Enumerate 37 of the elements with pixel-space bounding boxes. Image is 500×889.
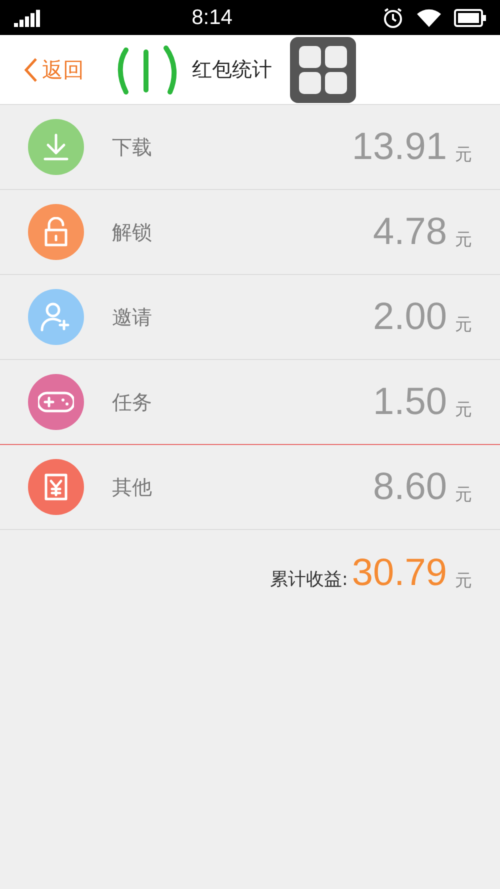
page-title: 红包统计 <box>192 56 272 83</box>
add-user-icon <box>40 302 72 332</box>
category-label: 邀请 <box>112 304 153 330</box>
gamepad-icon <box>38 390 74 414</box>
amount: 2.00 <box>373 296 447 338</box>
grid-icon[interactable] <box>290 36 356 102</box>
currency-unit: 元 <box>455 144 472 166</box>
padlock-icon <box>42 217 70 247</box>
battery-icon <box>454 8 486 26</box>
currency-unit: 元 <box>455 398 472 420</box>
category-label: 下载 <box>112 134 153 160</box>
income-row[interactable]: 下载 13.91 元 <box>0 105 500 190</box>
income-row[interactable]: 其他 8.60 元 <box>0 445 500 530</box>
amount: 1.50 <box>373 380 447 424</box>
alarm-clock-icon <box>382 6 404 28</box>
wifi-icon <box>416 8 442 28</box>
back-link[interactable]: 返回 <box>24 56 84 84</box>
category-label: 解锁 <box>112 218 153 246</box>
currency-unit: 元 <box>455 484 472 506</box>
currency-unit: 元 <box>455 314 472 336</box>
amount: 8.60 <box>373 466 447 508</box>
currency-unit: 元 <box>455 228 472 250</box>
amount: 13.91 <box>352 126 447 168</box>
category-label: 任务 <box>112 388 153 416</box>
total-amount: 30.79 <box>352 552 447 595</box>
status-time: 8:14 <box>192 6 232 30</box>
total-label: 累计收益: <box>270 568 348 590</box>
yuan-note-icon <box>43 472 69 502</box>
chevron-left-icon <box>24 56 38 82</box>
income-row[interactable]: 任务 1.50 元 <box>0 360 500 445</box>
income-row[interactable]: 解锁 4.78 元 <box>0 190 500 275</box>
amount: 4.78 <box>373 210 447 254</box>
category-label: 其他 <box>112 474 153 500</box>
signal-icon <box>14 8 42 26</box>
income-row[interactable]: 邀请 2.00 元 <box>0 275 500 360</box>
currency-unit: 元 <box>455 570 472 592</box>
download-icon <box>41 132 71 162</box>
